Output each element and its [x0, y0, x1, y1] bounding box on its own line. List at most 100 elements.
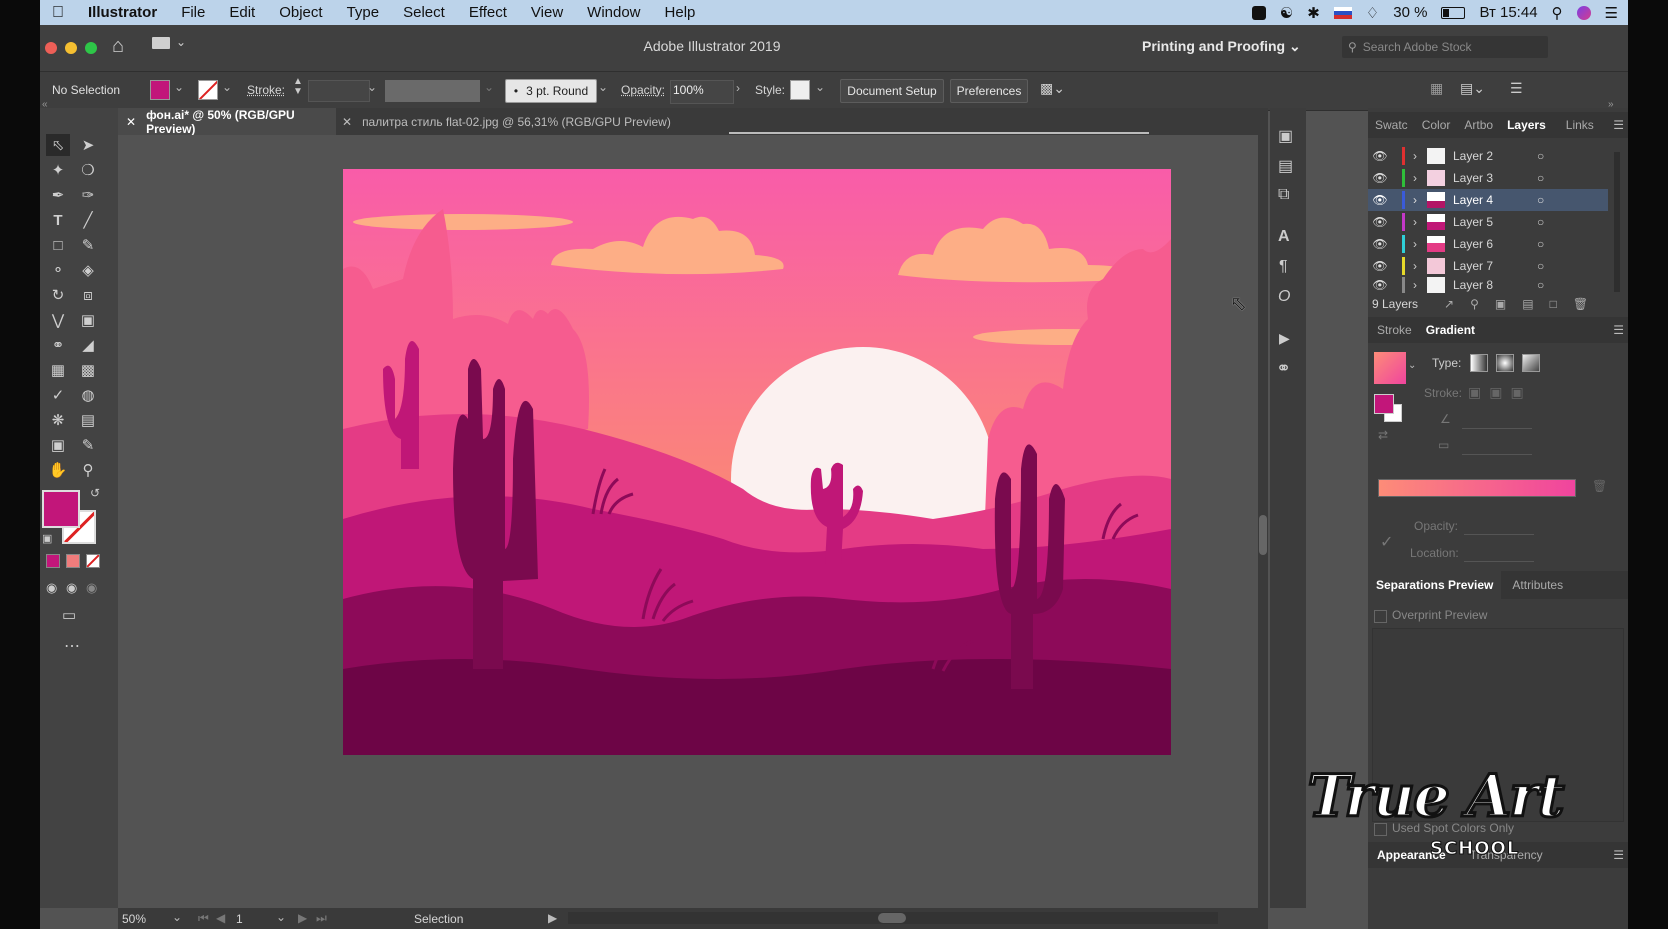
- mesh-tool-icon[interactable]: ▦: [46, 359, 70, 381]
- layer-row[interactable]: 👁 › Layer 3 ○: [1368, 167, 1608, 189]
- symbol-sprayer-tool-icon[interactable]: ❋: [46, 409, 70, 431]
- layer-row[interactable]: 👁 › Layer 6 ○: [1368, 233, 1608, 255]
- stroke-label[interactable]: Stroke:: [247, 83, 285, 97]
- chevron-right-icon[interactable]: ›: [1413, 237, 1417, 251]
- width-tool-icon[interactable]: ⋁: [46, 309, 70, 331]
- previous-artboard-icon[interactable]: ◀: [216, 911, 225, 925]
- gradient-slider[interactable]: [1378, 479, 1576, 497]
- zoom-level[interactable]: 50%: [122, 912, 146, 926]
- layer-row[interactable]: 👁 › Layer 2 ○: [1368, 145, 1608, 167]
- clock[interactable]: Вт 15:44: [1479, 4, 1537, 21]
- opentype-panel-icon[interactable]: O: [1278, 288, 1290, 306]
- brush-definition[interactable]: • 3 pt. Round: [505, 79, 597, 103]
- vertical-scroll-thumb[interactable]: [1259, 515, 1267, 555]
- menu-window[interactable]: Window: [575, 4, 652, 21]
- new-layer-icon[interactable]: □: [1550, 297, 1557, 311]
- free-transform-tool-icon[interactable]: ▣: [76, 309, 100, 331]
- chevron-right-icon[interactable]: ›: [736, 81, 740, 95]
- type-tool-icon[interactable]: T: [46, 209, 70, 231]
- draw-inside-icon[interactable]: ◉: [86, 580, 97, 596]
- fill-color-swatch[interactable]: [150, 80, 170, 100]
- layer-row[interactable]: 👁 › Layer 4 ○: [1368, 189, 1608, 211]
- layer-name[interactable]: Layer 4: [1453, 193, 1523, 207]
- line-segment-tool-icon[interactable]: ╱: [76, 209, 100, 231]
- shaper-tool-icon[interactable]: ⚬: [46, 259, 70, 281]
- tab-palette-jpg[interactable]: ✕ палитра стиль flat-02.jpg @ 56,31% (RG…: [338, 108, 678, 135]
- layer-name[interactable]: Layer 7: [1453, 259, 1523, 273]
- eye-icon[interactable]: 👁: [1368, 193, 1392, 207]
- gradient-eyedropper-icon[interactable]: ✓: [1380, 532, 1393, 552]
- artboard[interactable]: [343, 169, 1171, 755]
- siri-icon[interactable]: [1576, 5, 1591, 20]
- layer-name[interactable]: Layer 2: [1453, 149, 1523, 163]
- gradient-opacity-input[interactable]: [1464, 516, 1534, 535]
- eye-icon[interactable]: 👁: [1368, 171, 1392, 185]
- flag-icon[interactable]: [1333, 6, 1352, 19]
- menu-effect[interactable]: Effect: [457, 4, 519, 21]
- opacity-input[interactable]: 100%: [670, 80, 734, 104]
- menu-help[interactable]: Help: [653, 4, 708, 21]
- collapse-panels-icon[interactable]: »: [1608, 99, 1614, 110]
- transform-panel-icon[interactable]: ▣: [1278, 126, 1293, 146]
- eraser-tool-icon[interactable]: ◈: [76, 259, 100, 281]
- chevron-right-icon[interactable]: ›: [1413, 193, 1417, 207]
- search-stock-input[interactable]: ⚲ Search Adobe Stock: [1342, 36, 1548, 58]
- curvature-tool-icon[interactable]: ✑: [76, 184, 100, 206]
- actions-panel-icon[interactable]: ▶: [1279, 330, 1290, 347]
- chevron-down-icon[interactable]: ⌄: [222, 80, 232, 94]
- eye-icon[interactable]: 👁: [1368, 215, 1392, 229]
- cc-libraries-panel-icon[interactable]: ⚭: [1276, 358, 1291, 379]
- menu-select[interactable]: Select: [391, 4, 457, 21]
- hand-tool-icon[interactable]: ✋: [46, 459, 70, 481]
- pen-tool-icon[interactable]: ✒: [46, 184, 70, 206]
- export-icon[interactable]: ↗: [1444, 297, 1454, 311]
- lasso-tool-icon[interactable]: ❍: [76, 159, 100, 181]
- tab-attributes[interactable]: Attributes: [1505, 578, 1570, 592]
- fill-indicator[interactable]: [42, 490, 80, 528]
- eye-icon[interactable]: 👁: [1368, 149, 1392, 163]
- delete-stop-icon[interactable]: 🗑: [1592, 479, 1607, 493]
- menu-file[interactable]: File: [169, 4, 217, 21]
- column-graph-tool-icon[interactable]: ▤: [76, 409, 100, 431]
- creative-cloud-icon[interactable]: ☯: [1280, 4, 1293, 22]
- menu-view[interactable]: View: [519, 4, 575, 21]
- zoom-tool-icon[interactable]: ⚲: [76, 459, 100, 481]
- gradient-mode-button[interactable]: [66, 554, 80, 568]
- align-panel-icon[interactable]: ▤: [1278, 156, 1293, 176]
- layer-row[interactable]: 👁 › Layer 8 ○: [1368, 277, 1608, 293]
- chevron-right-icon[interactable]: ›: [1413, 149, 1417, 163]
- target-icon[interactable]: ○: [1537, 193, 1544, 207]
- linear-gradient-button[interactable]: [1470, 354, 1488, 372]
- tab-fon-ai[interactable]: ✕ фон.ai* @ 50% (RGB/GPU Preview): [118, 108, 336, 136]
- selection-tool-icon[interactable]: ⬁: [46, 134, 70, 156]
- horizontal-scroll-thumb[interactable]: [878, 913, 906, 923]
- screen-mode-icon[interactable]: ▭: [62, 606, 76, 624]
- layer-row[interactable]: 👁 › Layer 7 ○: [1368, 255, 1608, 277]
- tab-artboards[interactable]: Artbo: [1457, 118, 1500, 132]
- rectangle-tool-icon[interactable]: □: [46, 234, 70, 256]
- pathfinder-panel-icon[interactable]: ⧉: [1278, 186, 1289, 204]
- tab-color[interactable]: Color: [1415, 118, 1458, 132]
- chevron-right-icon[interactable]: ›: [1413, 215, 1417, 229]
- paragraph-panel-icon[interactable]: ¶: [1279, 258, 1288, 276]
- close-icon[interactable]: ✕: [342, 115, 352, 129]
- magic-wand-tool-icon[interactable]: ✦: [46, 159, 70, 181]
- overprint-preview-checkbox[interactable]: [1374, 610, 1387, 623]
- eye-icon[interactable]: 👁: [1368, 259, 1392, 273]
- character-panel-icon[interactable]: A: [1278, 228, 1290, 246]
- next-artboard-icon[interactable]: ▶: [298, 911, 307, 925]
- swap-fill-stroke-icon[interactable]: ↺: [90, 486, 100, 500]
- color-mode-button[interactable]: [46, 554, 60, 568]
- more-tools-icon[interactable]: ⋯: [64, 636, 80, 656]
- blend-tool-icon[interactable]: ◍: [76, 384, 100, 406]
- target-icon[interactable]: ○: [1537, 278, 1544, 292]
- tab-layers[interactable]: Layers: [1500, 118, 1553, 132]
- reverse-gradient-icon[interactable]: ⇄: [1378, 428, 1388, 442]
- eyedropper-tool-icon[interactable]: ✓: [46, 384, 70, 406]
- fill-stroke-mini[interactable]: [1374, 394, 1394, 414]
- artboard-tool-icon[interactable]: ▣: [46, 434, 70, 456]
- direct-selection-tool-icon[interactable]: ➤: [76, 134, 100, 156]
- apple-icon[interactable]: : [40, 4, 76, 22]
- panel-menu-icon[interactable]: ☰: [1613, 848, 1624, 862]
- layer-name[interactable]: Layer 6: [1453, 237, 1523, 251]
